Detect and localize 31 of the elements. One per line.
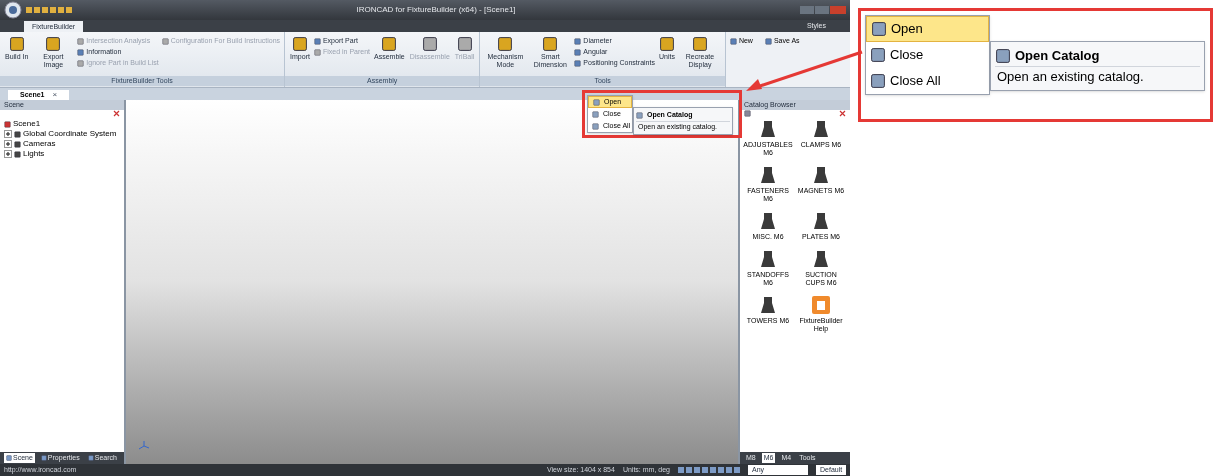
part-icon bbox=[758, 119, 778, 139]
tree-item[interactable]: Cameras bbox=[23, 139, 56, 149]
part-icon bbox=[758, 249, 778, 269]
close-tab-button[interactable]: × bbox=[52, 89, 58, 101]
tree-item[interactable]: Scene1 bbox=[13, 119, 41, 129]
view-toolbar[interactable] bbox=[678, 467, 740, 473]
submenu-description: Open an existing catalog. bbox=[996, 67, 1145, 86]
menu-item[interactable]: Open bbox=[866, 16, 989, 42]
menu-item[interactable]: Close bbox=[866, 42, 989, 68]
app-logo-icon[interactable] bbox=[4, 1, 22, 19]
submenu-title[interactable]: Open Catalog bbox=[1015, 46, 1100, 66]
part-icon bbox=[758, 295, 778, 315]
quick-access-toolbar[interactable] bbox=[26, 7, 72, 13]
axis-triad-icon bbox=[138, 440, 150, 452]
expand-icon[interactable] bbox=[4, 130, 12, 138]
part-icon bbox=[811, 165, 831, 185]
tree-item[interactable]: Global Coordinate System bbox=[23, 129, 117, 139]
3d-viewport[interactable] bbox=[126, 100, 738, 464]
close-icon[interactable] bbox=[113, 110, 120, 117]
part-icon bbox=[758, 211, 778, 231]
part-icon bbox=[758, 165, 778, 185]
expand-icon[interactable] bbox=[4, 140, 12, 148]
window-title: IRONCAD for FixtureBuilder (x64) - [Scene1] bbox=[355, 4, 517, 16]
close-icon[interactable] bbox=[839, 110, 846, 117]
expand-icon[interactable] bbox=[4, 150, 12, 158]
help-book-icon bbox=[811, 295, 831, 315]
part-icon bbox=[811, 119, 831, 139]
part-icon bbox=[811, 211, 831, 231]
part-icon bbox=[811, 249, 831, 269]
menu-item[interactable]: Close All bbox=[866, 68, 989, 94]
tree-item[interactable]: Lights bbox=[23, 149, 45, 159]
